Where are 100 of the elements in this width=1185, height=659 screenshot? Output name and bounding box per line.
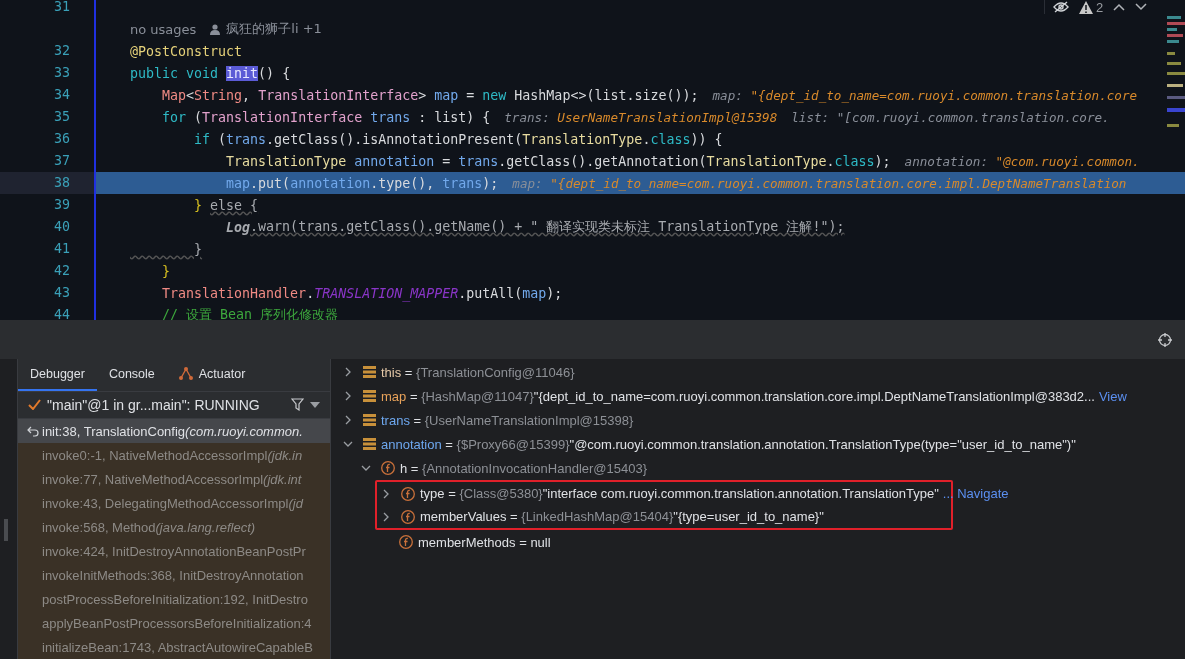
- variable-entry[interactable]: annotation = {$Proxy66@15399}"@com.ruoyi.common.translation.annotation.TranslationType(type="user_id_to_name")": [381, 436, 1076, 452]
- warning-count: 2: [1096, 0, 1104, 15]
- nodes-icon: [178, 367, 193, 381]
- code-token: annotation: [290, 175, 371, 191]
- code-token: }: [193, 197, 204, 213]
- inline-value: "{dept_id_to_name=com.ruoyi.common.translation.core: [750, 87, 1138, 103]
- code-token: .getClass().getAnnotation(: [498, 153, 707, 169]
- stack-frame[interactable]: invoke:43, DelegatingMethodAccessorImpl(jd: [18, 491, 330, 515]
- code-token: TranslationInterface: [202, 109, 364, 125]
- line-number: 34: [54, 87, 70, 102]
- chevron-down-icon[interactable]: [1135, 3, 1148, 11]
- code-token: trans: [370, 109, 411, 125]
- line-number: 32: [54, 43, 70, 58]
- code-token: public void: [130, 65, 220, 81]
- line-number: 37: [54, 153, 70, 168]
- person-icon: [210, 23, 221, 35]
- code-token: .putAll(: [458, 285, 523, 301]
- stack-frame[interactable]: postProcessBeforeInitialization:192, InitDestro: [18, 587, 330, 611]
- inline-value: "@com.ruoyi.common.: [995, 153, 1140, 169]
- code-token: <: [186, 87, 195, 103]
- variable-entry[interactable]: trans = {UserNameTranslationImpl@15398}: [381, 412, 634, 428]
- code-token: Log: [225, 219, 251, 235]
- filter-icon[interactable]: [291, 398, 304, 412]
- code-token: }: [193, 241, 203, 257]
- variable-icon: [363, 414, 376, 426]
- code-token: if: [193, 131, 212, 147]
- code-token: class: [834, 153, 875, 169]
- field-icon: [401, 486, 415, 501]
- stack-frame[interactable]: invokeInitMethods:368, InitDestroyAnnotation: [18, 563, 330, 587]
- code-token: .getClass().isAnnotationPresent(: [266, 131, 523, 147]
- line-number: 31: [54, 0, 70, 14]
- stack-frame[interactable]: init:38, TranslationConfig(com.ruoyi.common.: [18, 419, 330, 443]
- field-icon: [381, 461, 395, 475]
- code-token: =: [441, 153, 452, 169]
- variable-entry[interactable]: type = {Class@5380}"interface com.ruoyi.common.translation.annotation.TranslationType": [420, 486, 939, 501]
- line-number: 43: [54, 285, 70, 300]
- variable-entry[interactable]: this = {TranslationConfig@11046}: [381, 364, 575, 380]
- line-number: 44: [54, 307, 70, 320]
- variable-entry[interactable]: memberMethods = null: [418, 534, 551, 550]
- tab[interactable]: Actuator: [166, 359, 258, 391]
- code-token: class: [650, 131, 691, 147]
- code-token: (: [194, 109, 203, 125]
- code-token: =: [465, 87, 476, 103]
- code-token: }: [161, 263, 171, 279]
- line-number: 39: [54, 197, 70, 212]
- stack-frame[interactable]: initializeBean:1743, AbstractAutowireCapableB: [18, 635, 330, 659]
- variable-entry[interactable]: h = {AnnotationInvocationHandler@15403}: [400, 460, 648, 476]
- code-token: ,: [242, 87, 252, 103]
- tab[interactable]: Debugger: [18, 359, 97, 391]
- code-token: .warn(trans.getClass().getName() + " 翻译实现类未标注 TranslationType 注解!");: [250, 218, 845, 234]
- code-token: for: [161, 109, 188, 125]
- stack-frame[interactable]: invoke:77, NativeMethodAccessorImpl(jdk.int: [18, 467, 330, 491]
- variable-icon: [363, 366, 376, 378]
- chevron-up-icon[interactable]: [1113, 3, 1126, 11]
- author-hint[interactable]: 疯狂的狮子li +1: [226, 20, 322, 38]
- code-token: else {: [210, 197, 259, 213]
- inline-value: trans:: [504, 109, 551, 125]
- code-token: TranslationType: [522, 131, 643, 147]
- caret-icon[interactable]: [310, 401, 320, 408]
- stack-frame[interactable]: invoke:424, InitDestroyAnnotationBeanPostPr: [18, 539, 330, 563]
- target-icon[interactable]: [1158, 333, 1172, 347]
- inline-value: "{dept_id_to_name=com.ruoyi.common.translation.core.impl.DeptNameTranslation: [550, 175, 1127, 191]
- field-icon: [401, 509, 415, 524]
- link[interactable]: View: [1098, 388, 1127, 404]
- code-token: .put(: [250, 175, 291, 191]
- line-number: 33: [54, 65, 70, 80]
- code-token: trans: [458, 153, 499, 169]
- inline-value: map:: [512, 175, 544, 191]
- code-token: .: [306, 285, 315, 301]
- stack-frame[interactable]: invoke0:-1, NativeMethodAccessorImpl(jdk.in: [18, 443, 330, 467]
- code-token: : list) {: [417, 109, 491, 125]
- code-token: trans: [442, 175, 483, 191]
- code-token: annotation: [354, 153, 435, 169]
- variable-entry[interactable]: map = {HashMap@11047}"{dept_id_to_name=com.ruoyi.common.translation.core.impl.DeptNameTranslationImpl@383d2...: [381, 388, 1095, 404]
- variable-icon: [363, 390, 376, 402]
- code-token: )) {: [690, 131, 723, 147]
- line-number: 38: [54, 175, 70, 190]
- code-token: map: [225, 175, 251, 191]
- tab[interactable]: Console: [96, 359, 167, 391]
- stack-frame[interactable]: invoke:568, Method(java.lang.reflect): [18, 515, 330, 539]
- variable-entry[interactable]: memberValues = {LinkedHashMap@15404}"{type=user_id_to_name}": [420, 509, 824, 524]
- line-number: 40: [54, 219, 70, 234]
- code-token: );: [874, 153, 891, 169]
- usages-hint[interactable]: no usages: [130, 21, 197, 37]
- line-number: 35: [54, 109, 70, 124]
- check-icon: [28, 399, 41, 411]
- line-number: 41: [54, 241, 70, 256]
- code-token: String: [194, 87, 243, 103]
- warning-icon[interactable]: [1079, 0, 1093, 14]
- code-token: map: [434, 87, 459, 103]
- code-token: .: [642, 131, 651, 147]
- code-token: TranslationType: [706, 153, 827, 169]
- inline-value: list: "[com.ruoyi.common.translation.core.: [791, 109, 1110, 125]
- hidden-eye-icon[interactable]: [1053, 1, 1069, 13]
- stack-frame[interactable]: applyBeanPostProcessorsBeforeInitialization:4: [18, 611, 330, 635]
- code-token: trans: [226, 131, 267, 147]
- code-token: TranslationHandler: [161, 285, 307, 301]
- inline-value: annotation:: [904, 153, 989, 169]
- code-token: .type(),: [370, 175, 436, 191]
- link[interactable]: ... Navigate: [942, 486, 1009, 501]
